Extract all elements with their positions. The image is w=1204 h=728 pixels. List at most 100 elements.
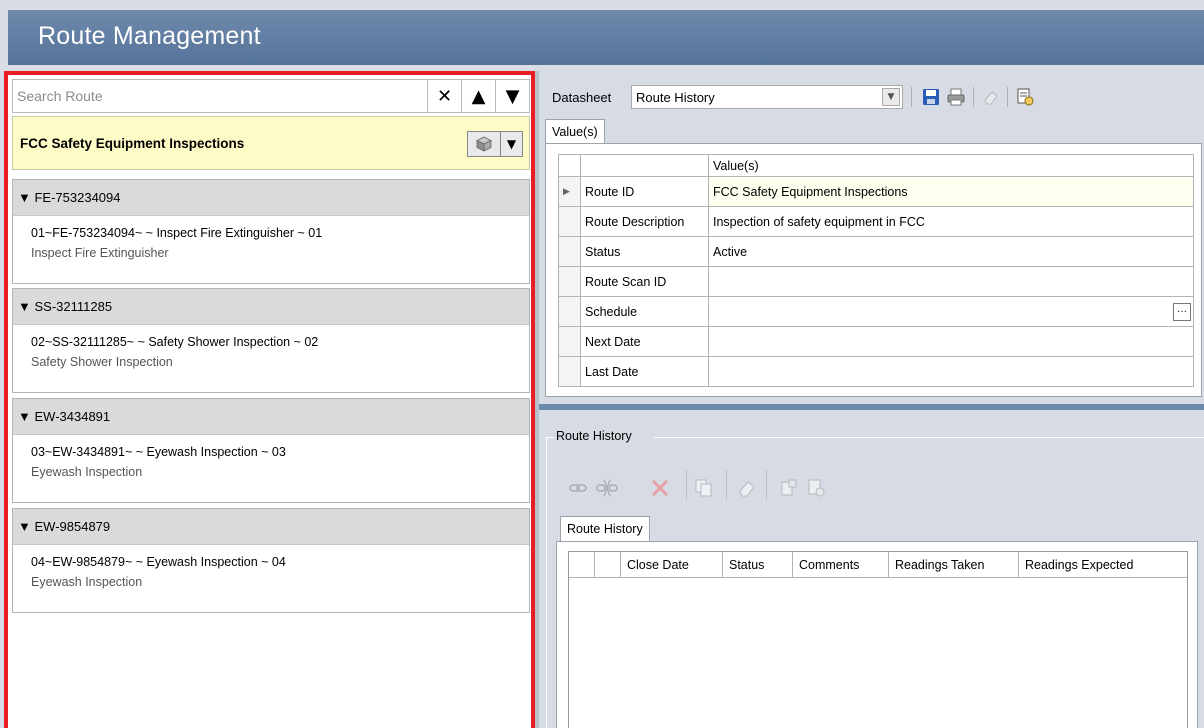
row-indicator bbox=[558, 296, 581, 327]
grid-header-row: Close Date Status Comments Readings Take… bbox=[569, 552, 1187, 578]
datasheet-toolbar: Datasheet Route History ▼ bbox=[539, 83, 1204, 111]
route-action-button[interactable] bbox=[468, 132, 501, 156]
ellipsis-button[interactable]: ··· bbox=[1173, 302, 1191, 321]
link-icon bbox=[569, 484, 587, 492]
route-header[interactable]: FCC Safety Equipment Inspections ▼ bbox=[12, 116, 530, 170]
datasheet-select[interactable]: Route History ▼ bbox=[631, 85, 903, 109]
groupbox-border bbox=[546, 437, 554, 438]
cube-icon bbox=[476, 136, 492, 152]
datasheet-select-value: Route History bbox=[636, 90, 715, 105]
table-row[interactable]: Route Scan ID bbox=[558, 266, 1194, 297]
report-button[interactable] bbox=[1014, 86, 1036, 108]
column-header-status[interactable]: Status bbox=[723, 552, 793, 578]
printer-icon bbox=[947, 88, 965, 106]
table-row[interactable]: Route Description Inspection of safety e… bbox=[558, 206, 1194, 237]
delete-button[interactable] bbox=[650, 478, 670, 501]
unlink-icon bbox=[596, 479, 618, 497]
list-item[interactable]: ▼ FE-753234094 01~FE-753234094~ ~ Inspec… bbox=[12, 179, 530, 284]
row-selector-icon: ▶ bbox=[558, 176, 581, 207]
group-header[interactable]: ▼ EW-3434891 bbox=[13, 399, 529, 435]
route-menu-button[interactable]: ▼ bbox=[501, 132, 522, 156]
report-button[interactable] bbox=[806, 478, 826, 501]
save-button[interactable] bbox=[920, 86, 942, 108]
group-header[interactable]: ▼ EW-9854879 bbox=[13, 509, 529, 545]
item-subtitle: Eyewash Inspection bbox=[31, 465, 143, 479]
field-name: Route Scan ID bbox=[580, 266, 709, 297]
item-subtitle: Eyewash Inspection bbox=[31, 575, 143, 589]
column-header-readings-expected[interactable]: Readings Expected bbox=[1019, 552, 1187, 578]
group-id: EW-3434891 bbox=[34, 409, 111, 424]
report-icon bbox=[808, 479, 825, 497]
field-name-header bbox=[580, 154, 709, 177]
field-value[interactable]: Active bbox=[708, 236, 1194, 267]
item-subtitle: Safety Shower Inspection bbox=[31, 355, 173, 369]
next-button[interactable]: ▼ bbox=[495, 80, 529, 112]
toolbar-separator bbox=[766, 470, 767, 500]
field-value[interactable]: FCC Safety Equipment Inspections bbox=[708, 176, 1194, 207]
group-id: FE-753234094 bbox=[34, 190, 121, 205]
list-item[interactable]: ▼ SS-32111285 02~SS-32111285~ ~ Safety S… bbox=[12, 288, 530, 393]
collapse-triangle-icon: ▼ bbox=[18, 299, 35, 314]
grid-header-row: Value(s) bbox=[558, 154, 1194, 177]
link-button[interactable] bbox=[568, 480, 588, 499]
properties-button[interactable] bbox=[779, 478, 799, 501]
toolbar-separator bbox=[686, 470, 687, 500]
route-history-label: Route History bbox=[556, 429, 632, 443]
item-title: 04~EW-9854879~ ~ Eyewash Inspection ~ 04 bbox=[31, 555, 286, 569]
previous-button[interactable]: ▲ bbox=[461, 80, 495, 112]
list-item[interactable]: ▼ EW-3434891 03~EW-3434891~ ~ Eyewash In… bbox=[12, 398, 530, 503]
column-header-close-date[interactable]: Close Date bbox=[621, 552, 723, 578]
search-input[interactable] bbox=[13, 80, 427, 112]
row-indicator bbox=[558, 356, 581, 387]
chevron-down-icon[interactable]: ▼ bbox=[882, 88, 900, 106]
report-icon bbox=[1017, 88, 1034, 106]
tab-values[interactable]: Value(s) bbox=[545, 119, 605, 145]
field-name: Next Date bbox=[580, 326, 709, 357]
table-row[interactable]: Status Active bbox=[558, 236, 1194, 267]
schedule-value[interactable]: ··· bbox=[708, 296, 1194, 327]
save-icon bbox=[923, 89, 939, 105]
close-icon: ✕ bbox=[436, 85, 453, 107]
horizontal-splitter[interactable] bbox=[539, 404, 1204, 410]
field-name: Last Date bbox=[580, 356, 709, 387]
value-column-header: Value(s) bbox=[708, 154, 1194, 177]
field-value[interactable] bbox=[708, 356, 1194, 387]
row-indicator-header bbox=[569, 552, 595, 578]
list-item[interactable]: ▼ EW-9854879 04~EW-9854879~ ~ Eyewash In… bbox=[12, 508, 530, 613]
groupbox-border bbox=[654, 437, 1204, 438]
table-row[interactable]: Schedule ··· bbox=[558, 296, 1194, 327]
row-indicator bbox=[558, 236, 581, 267]
delete-icon bbox=[651, 479, 669, 497]
toolbar-separator bbox=[911, 87, 912, 107]
route-list-panel: ✕ ▲ ▼ FCC Safety Equipment Inspections ▼ bbox=[4, 71, 535, 728]
column-header-readings-taken[interactable]: Readings Taken bbox=[889, 552, 1019, 578]
group-id: EW-9854879 bbox=[34, 519, 111, 534]
title-bar: Route Management bbox=[8, 10, 1204, 65]
datasheet-grid: Value(s) ▶ Route ID FCC Safety Equipment… bbox=[558, 154, 1194, 387]
toolbar-separator bbox=[1007, 87, 1008, 107]
table-row[interactable]: ▶ Route ID FCC Safety Equipment Inspecti… bbox=[558, 176, 1194, 207]
field-value[interactable] bbox=[708, 326, 1194, 357]
collapse-triangle-icon: ▼ bbox=[18, 519, 35, 534]
route-history-panel: Close Date Status Comments Readings Take… bbox=[556, 541, 1198, 728]
collapse-triangle-icon: ▼ bbox=[18, 190, 35, 205]
copy-button[interactable] bbox=[694, 478, 714, 501]
group-id: SS-32111285 bbox=[34, 299, 113, 314]
table-row[interactable]: Next Date bbox=[558, 326, 1194, 357]
page-title: Route Management bbox=[38, 22, 261, 50]
eraser-button[interactable] bbox=[980, 86, 1002, 108]
field-value[interactable] bbox=[708, 266, 1194, 297]
group-header[interactable]: ▼ SS-32111285 bbox=[13, 289, 529, 325]
groupbox-border bbox=[546, 437, 547, 728]
row-indicator bbox=[558, 206, 581, 237]
unlink-button[interactable] bbox=[596, 478, 618, 501]
tab-route-history[interactable]: Route History bbox=[560, 516, 650, 542]
print-button[interactable] bbox=[945, 86, 967, 108]
group-header[interactable]: ▼ FE-753234094 bbox=[13, 180, 529, 216]
table-row[interactable]: Last Date bbox=[558, 356, 1194, 387]
clear-search-button[interactable]: ✕ bbox=[427, 80, 461, 112]
clear-button[interactable] bbox=[737, 478, 757, 501]
column-header-comments[interactable]: Comments bbox=[793, 552, 889, 578]
field-value[interactable]: Inspection of safety equipment in FCC bbox=[708, 206, 1194, 237]
arrow-up-icon: ▲ bbox=[471, 85, 486, 107]
